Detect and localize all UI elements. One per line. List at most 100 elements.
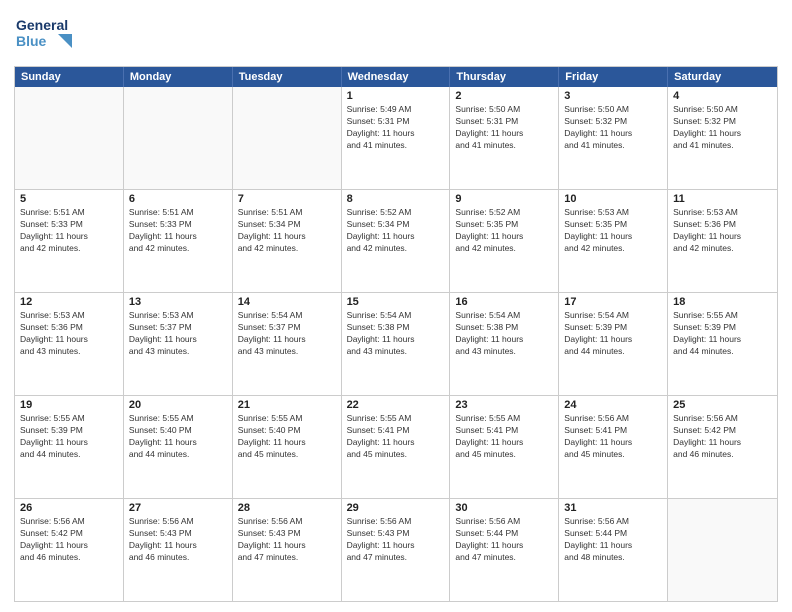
calendar-cell: 16 Sunrise: 5:54 AM Sunset: 5:38 PM Dayli… <box>450 293 559 395</box>
calendar-cell: 30Sunrise: 5:56 AM Sunset: 5:44 PM Dayli… <box>450 499 559 601</box>
svg-text:General: General <box>16 17 68 33</box>
cell-day-number: 7 <box>238 193 336 205</box>
calendar-cell: 23 Sunrise: 5:55 AM Sunset: 5:41 PM Dayli… <box>450 396 559 498</box>
calendar-cell: 10 Sunrise: 5:53 AM Sunset: 5:35 PM Dayli… <box>559 190 668 292</box>
header-day-tuesday: Tuesday <box>233 67 342 87</box>
calendar-body: 1Sunrise: 5:49 AM Sunset: 5:31 PM Daylig… <box>15 87 777 601</box>
calendar-cell: 31Sunrise: 5:56 AM Sunset: 5:44 PM Dayli… <box>559 499 668 601</box>
calendar-cell <box>15 87 124 189</box>
calendar-cell: 28Sunrise: 5:56 AM Sunset: 5:43 PM Dayli… <box>233 499 342 601</box>
calendar-cell: 26 Sunrise: 5:56 AM Sunset: 5:42 PM Dayli… <box>15 499 124 601</box>
cell-day-number: 11 <box>673 193 772 205</box>
cell-info: Sunrise: 5:50 AM Sunset: 5:32 PM Dayligh… <box>564 104 662 152</box>
calendar-cell: 22 Sunrise: 5:55 AM Sunset: 5:41 PM Dayli… <box>342 396 451 498</box>
cell-info: Sunrise: 5:54 AM Sunset: 5:37 PM Dayligh… <box>238 310 336 358</box>
cell-info: Sunrise: 5:52 AM Sunset: 5:35 PM Dayligh… <box>455 207 553 255</box>
cell-info: Sunrise: 5:51 AM Sunset: 5:33 PM Dayligh… <box>20 207 118 255</box>
calendar-cell: 24Sunrise: 5:56 AM Sunset: 5:41 PM Dayli… <box>559 396 668 498</box>
cell-day-number: 2 <box>455 90 553 102</box>
cell-info: Sunrise: 5:53 AM Sunset: 5:35 PM Dayligh… <box>564 207 662 255</box>
cell-info: Sunrise: 5:56 AM Sunset: 5:44 PM Dayligh… <box>564 516 662 564</box>
calendar-cell <box>668 499 777 601</box>
header-day-thursday: Thursday <box>450 67 559 87</box>
cell-day-number: 22 <box>347 399 445 411</box>
calendar-cell: 20 Sunrise: 5:55 AM Sunset: 5:40 PM Dayli… <box>124 396 233 498</box>
calendar-cell: 15 Sunrise: 5:54 AM Sunset: 5:38 PM Dayli… <box>342 293 451 395</box>
calendar-cell: 13 Sunrise: 5:53 AM Sunset: 5:37 PM Dayli… <box>124 293 233 395</box>
cell-day-number: 16 <box>455 296 553 308</box>
cell-day-number: 21 <box>238 399 336 411</box>
cell-day-number: 17 <box>564 296 662 308</box>
cell-day-number: 26 <box>20 502 118 514</box>
calendar-cell: 1Sunrise: 5:49 AM Sunset: 5:31 PM Daylig… <box>342 87 451 189</box>
calendar-cell: 27 Sunrise: 5:56 AM Sunset: 5:43 PM Dayli… <box>124 499 233 601</box>
calendar-row-1: 5 Sunrise: 5:51 AM Sunset: 5:33 PM Daylig… <box>15 189 777 292</box>
cell-info: Sunrise: 5:53 AM Sunset: 5:36 PM Dayligh… <box>20 310 118 358</box>
calendar-cell: 29 Sunrise: 5:56 AM Sunset: 5:43 PM Dayli… <box>342 499 451 601</box>
cell-info: Sunrise: 5:55 AM Sunset: 5:39 PM Dayligh… <box>673 310 772 358</box>
calendar-row-3: 19Sunrise: 5:55 AM Sunset: 5:39 PM Dayli… <box>15 395 777 498</box>
header-day-monday: Monday <box>124 67 233 87</box>
cell-day-number: 13 <box>129 296 227 308</box>
cell-day-number: 23 <box>455 399 553 411</box>
page: General Blue SundayMondayTuesdayWednesda… <box>0 0 792 612</box>
cell-day-number: 8 <box>347 193 445 205</box>
cell-day-number: 25 <box>673 399 772 411</box>
svg-text:Blue: Blue <box>16 33 47 49</box>
cell-day-number: 29 <box>347 502 445 514</box>
cell-day-number: 3 <box>564 90 662 102</box>
cell-day-number: 18 <box>673 296 772 308</box>
cell-info: Sunrise: 5:54 AM Sunset: 5:38 PM Dayligh… <box>347 310 445 358</box>
cell-day-number: 20 <box>129 399 227 411</box>
cell-info: Sunrise: 5:53 AM Sunset: 5:36 PM Dayligh… <box>673 207 772 255</box>
header-day-saturday: Saturday <box>668 67 777 87</box>
calendar-cell: 3 Sunrise: 5:50 AM Sunset: 5:32 PM Daylig… <box>559 87 668 189</box>
cell-day-number: 6 <box>129 193 227 205</box>
cell-info: Sunrise: 5:55 AM Sunset: 5:41 PM Dayligh… <box>455 413 553 461</box>
calendar-header: SundayMondayTuesdayWednesdayThursdayFrid… <box>15 67 777 87</box>
cell-day-number: 9 <box>455 193 553 205</box>
cell-info: Sunrise: 5:53 AM Sunset: 5:37 PM Dayligh… <box>129 310 227 358</box>
calendar-cell <box>233 87 342 189</box>
cell-info: Sunrise: 5:55 AM Sunset: 5:40 PM Dayligh… <box>238 413 336 461</box>
calendar-row-4: 26 Sunrise: 5:56 AM Sunset: 5:42 PM Dayli… <box>15 498 777 601</box>
cell-info: Sunrise: 5:56 AM Sunset: 5:42 PM Dayligh… <box>673 413 772 461</box>
calendar-cell: 19Sunrise: 5:55 AM Sunset: 5:39 PM Dayli… <box>15 396 124 498</box>
cell-day-number: 15 <box>347 296 445 308</box>
header-day-friday: Friday <box>559 67 668 87</box>
header-day-wednesday: Wednesday <box>342 67 451 87</box>
cell-day-number: 27 <box>129 502 227 514</box>
cell-day-number: 4 <box>673 90 772 102</box>
cell-info: Sunrise: 5:56 AM Sunset: 5:43 PM Dayligh… <box>347 516 445 564</box>
calendar-cell: 18 Sunrise: 5:55 AM Sunset: 5:39 PM Dayli… <box>668 293 777 395</box>
cell-info: Sunrise: 5:54 AM Sunset: 5:38 PM Dayligh… <box>455 310 553 358</box>
logo: General Blue <box>14 10 74 60</box>
cell-info: Sunrise: 5:55 AM Sunset: 5:39 PM Dayligh… <box>20 413 118 461</box>
calendar-cell: 14 Sunrise: 5:54 AM Sunset: 5:37 PM Dayli… <box>233 293 342 395</box>
calendar-cell: 8 Sunrise: 5:52 AM Sunset: 5:34 PM Daylig… <box>342 190 451 292</box>
calendar-row-0: 1Sunrise: 5:49 AM Sunset: 5:31 PM Daylig… <box>15 87 777 189</box>
cell-info: Sunrise: 5:52 AM Sunset: 5:34 PM Dayligh… <box>347 207 445 255</box>
cell-info: Sunrise: 5:50 AM Sunset: 5:32 PM Dayligh… <box>673 104 772 152</box>
calendar-cell: 4 Sunrise: 5:50 AM Sunset: 5:32 PM Daylig… <box>668 87 777 189</box>
cell-info: Sunrise: 5:55 AM Sunset: 5:41 PM Dayligh… <box>347 413 445 461</box>
calendar: SundayMondayTuesdayWednesdayThursdayFrid… <box>14 66 778 602</box>
cell-info: Sunrise: 5:56 AM Sunset: 5:42 PM Dayligh… <box>20 516 118 564</box>
cell-day-number: 28 <box>238 502 336 514</box>
calendar-cell <box>124 87 233 189</box>
cell-info: Sunrise: 5:51 AM Sunset: 5:34 PM Dayligh… <box>238 207 336 255</box>
cell-info: Sunrise: 5:54 AM Sunset: 5:39 PM Dayligh… <box>564 310 662 358</box>
cell-day-number: 12 <box>20 296 118 308</box>
cell-day-number: 10 <box>564 193 662 205</box>
cell-info: Sunrise: 5:56 AM Sunset: 5:44 PM Dayligh… <box>455 516 553 564</box>
cell-info: Sunrise: 5:56 AM Sunset: 5:43 PM Dayligh… <box>129 516 227 564</box>
calendar-cell: 21 Sunrise: 5:55 AM Sunset: 5:40 PM Dayli… <box>233 396 342 498</box>
cell-info: Sunrise: 5:55 AM Sunset: 5:40 PM Dayligh… <box>129 413 227 461</box>
cell-info: Sunrise: 5:56 AM Sunset: 5:41 PM Dayligh… <box>564 413 662 461</box>
header-day-sunday: Sunday <box>15 67 124 87</box>
calendar-cell: 5 Sunrise: 5:51 AM Sunset: 5:33 PM Daylig… <box>15 190 124 292</box>
cell-day-number: 14 <box>238 296 336 308</box>
calendar-row-2: 12 Sunrise: 5:53 AM Sunset: 5:36 PM Dayli… <box>15 292 777 395</box>
cell-day-number: 5 <box>20 193 118 205</box>
header: General Blue <box>14 10 778 60</box>
